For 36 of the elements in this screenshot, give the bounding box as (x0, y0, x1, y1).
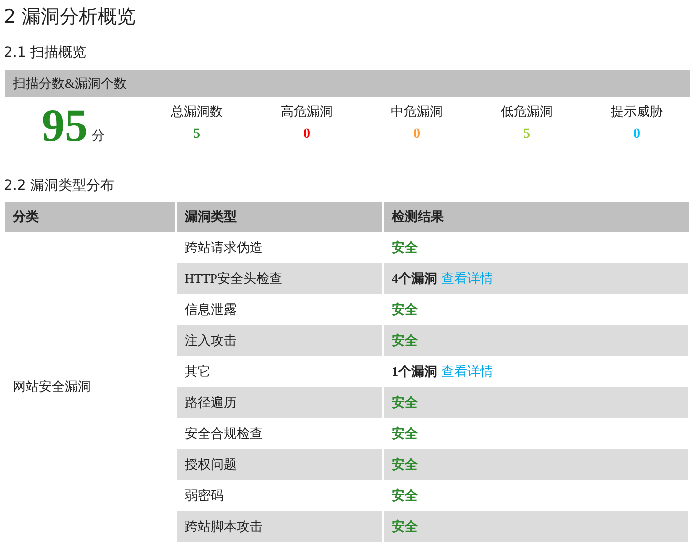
result-text: 安全 (392, 456, 418, 472)
stat-value: 0 (304, 127, 310, 143)
section-heading: 2.1 扫描概览 (4, 44, 87, 62)
result-text: 安全 (392, 426, 418, 440)
result-text: 安全 (392, 394, 418, 410)
stat-label: 高危漏洞 (281, 103, 333, 121)
stat-label: 提示威胁 (611, 103, 663, 121)
type-cell: 跨站脚本攻击 (176, 511, 383, 542)
page-title: 2 漏洞分析概览 (4, 5, 136, 30)
score-value: 95 (42, 103, 88, 149)
stat-value: 0 (634, 127, 640, 143)
result-text: 安全 (392, 488, 418, 502)
bar-label: 扫描分数&漏洞个数 (13, 74, 128, 92)
vulnerability-count: 1个漏洞 (392, 364, 438, 378)
column-header: 分类 (5, 202, 176, 232)
details-link[interactable]: 查看详情 (442, 364, 494, 378)
type-cell: 注入攻击 (176, 325, 383, 356)
result-text: 安全 (392, 332, 418, 348)
type-cell: 授权问题 (176, 449, 383, 480)
result-text: 安全 (392, 518, 418, 534)
stat-value: 0 (414, 127, 420, 143)
type-cell: 路径遍历 (176, 387, 383, 418)
score-unit: 分 (92, 127, 105, 145)
stat-value: 5 (524, 127, 530, 143)
stat-label: 低危漏洞 (501, 103, 553, 121)
result-text: 安全 (392, 240, 418, 254)
column-header: 漏洞类型 (176, 202, 383, 232)
stat-value: 5 (194, 127, 200, 143)
column-header: 检测结果 (383, 202, 689, 232)
details-link[interactable]: 查看详情 (442, 270, 494, 286)
stat-label: 中危漏洞 (391, 103, 443, 121)
vulnerability-count: 4个漏洞 (392, 270, 438, 286)
stat-label: 总漏洞数 (171, 103, 223, 121)
type-cell: HTTP安全头检查 (176, 263, 383, 294)
result-text: 安全 (392, 302, 418, 316)
section-heading: 2.2 漏洞类型分布 (4, 177, 115, 195)
